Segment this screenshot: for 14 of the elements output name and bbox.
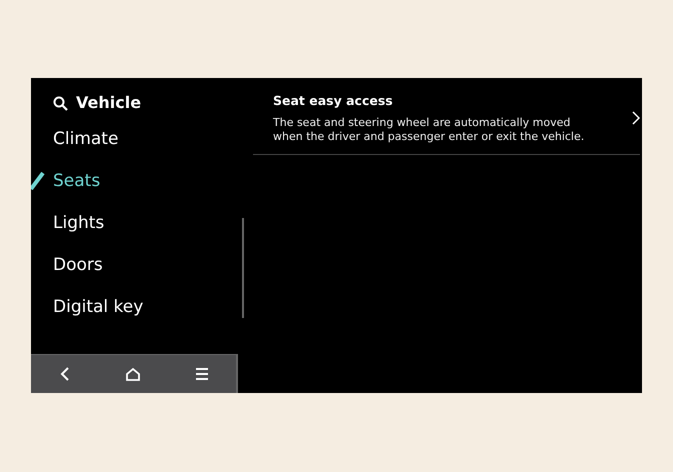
setting-title: Seat easy access	[273, 92, 394, 110]
chevron-icon	[632, 111, 640, 126]
selection-indicator	[31, 172, 45, 190]
setting-description: The seat and steering wheel are automatically moved when the driver and passenger enter or exit the vehicle.	[273, 116, 586, 144]
search-icon[interactable]	[53, 96, 68, 110]
menu-item[interactable]: Climate	[53, 118, 118, 160]
setting-item[interactable]: Seat easy access The seat and steering wheel are automatically moved when the driver and passenger enter or exit the vehicle.	[253, 90, 640, 156]
menu-item[interactable]: Digital key	[53, 286, 144, 328]
menu-item[interactable]: Seats	[53, 160, 100, 202]
menu-item[interactable]: Doors	[53, 244, 103, 286]
home-icon	[124, 366, 140, 382]
menu-icon	[194, 367, 210, 381]
menu-item[interactable]: Lights	[53, 202, 104, 244]
section-title: Vehicle	[76, 92, 142, 114]
